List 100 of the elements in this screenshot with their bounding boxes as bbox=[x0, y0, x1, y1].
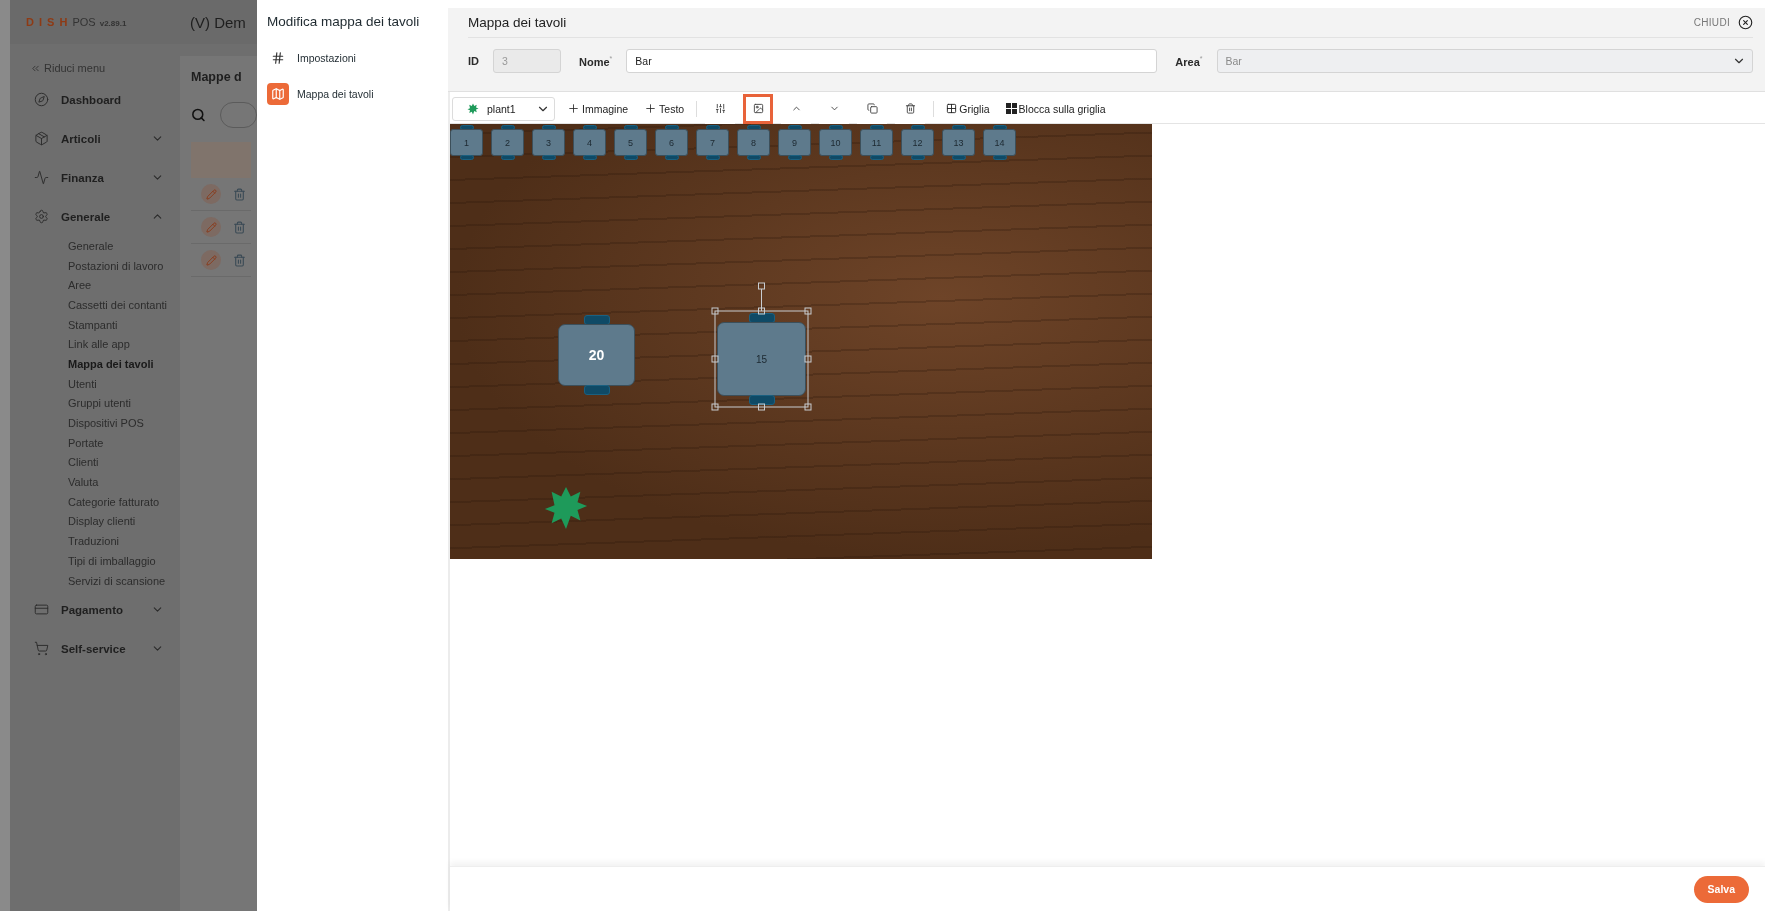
modal-nav-item[interactable]: Mappa dei tavoli bbox=[267, 81, 438, 107]
table-button[interactable]: 7 bbox=[696, 129, 729, 156]
card-icon bbox=[34, 602, 49, 618]
sidebar-subitem[interactable]: Valuta bbox=[30, 472, 180, 492]
header-title: (V) Dem bbox=[190, 13, 246, 31]
chair-icon bbox=[500, 155, 515, 160]
table-button[interactable]: 13 bbox=[942, 129, 975, 156]
table-button[interactable]: 1 bbox=[450, 129, 483, 156]
add-button[interactable]: Immagine bbox=[563, 96, 633, 121]
table-button[interactable]: 2 bbox=[491, 129, 524, 156]
chair-icon bbox=[869, 155, 884, 160]
trash-icon[interactable] bbox=[233, 253, 246, 267]
compass-icon bbox=[34, 92, 49, 107]
table-button[interactable]: 12 bbox=[901, 129, 934, 156]
sidebar-item[interactable]: Finanza bbox=[30, 158, 180, 197]
field-label: ID bbox=[468, 55, 479, 67]
sidebar-subitem[interactable]: Cassetti dei contanti bbox=[30, 295, 180, 315]
modal-nav-item[interactable]: Impostazioni bbox=[267, 45, 438, 71]
sidebar-item[interactable]: Pagamento bbox=[30, 590, 180, 630]
sidebar-item[interactable]: Generale bbox=[30, 197, 180, 236]
sidebar-item[interactable]: Dashboard bbox=[30, 80, 180, 119]
pencil-icon bbox=[205, 254, 217, 266]
add-button[interactable]: Testo bbox=[640, 96, 689, 121]
sidebar-subitem[interactable]: Generale bbox=[30, 236, 180, 256]
table-button[interactable]: 5 bbox=[614, 129, 647, 156]
table-button[interactable]: 8 bbox=[737, 129, 770, 156]
table-button[interactable]: 15 bbox=[717, 322, 806, 396]
box-icon bbox=[34, 131, 49, 146]
table-button[interactable]: 20 bbox=[558, 324, 635, 386]
sidebar-subitem[interactable]: Stampanti bbox=[30, 314, 180, 335]
editor-title: Mappa dei tavoli bbox=[468, 15, 568, 30]
image-icon bbox=[752, 103, 764, 114]
copy-icon bbox=[866, 103, 878, 114]
chair-icon bbox=[664, 155, 679, 160]
plant-icon bbox=[467, 102, 479, 115]
gear-icon bbox=[34, 209, 49, 224]
sidebar-subitem[interactable]: Utenti bbox=[30, 373, 180, 394]
trash-icon bbox=[904, 103, 916, 114]
table-button[interactable]: 10 bbox=[819, 129, 852, 156]
field-label: Nome$^{*}$ bbox=[579, 54, 613, 68]
chair-icon bbox=[623, 155, 638, 160]
edit-button[interactable] bbox=[201, 250, 221, 270]
sidebar-subitem[interactable]: Display clienti bbox=[30, 511, 180, 532]
chair-icon bbox=[992, 155, 1007, 160]
input-field[interactable]: Bar bbox=[626, 49, 1158, 73]
logo-text: D I S H bbox=[26, 16, 69, 28]
pencil-icon bbox=[205, 221, 217, 233]
close-button[interactable]: CHIUDI bbox=[1693, 15, 1753, 30]
sidebar-subitem[interactable]: Dispositivi POS bbox=[30, 413, 180, 433]
trash-icon[interactable] bbox=[233, 220, 246, 234]
table-button[interactable]: 3 bbox=[532, 129, 565, 156]
sidebar-subitem[interactable]: Postazioni di lavoro bbox=[30, 255, 180, 276]
edit-button[interactable] bbox=[201, 184, 221, 204]
element-dropdown[interactable]: plant1 bbox=[452, 96, 555, 121]
image-button[interactable] bbox=[743, 93, 774, 124]
sidebar-item[interactable]: Articoli bbox=[30, 119, 180, 158]
sliders-icon bbox=[714, 103, 726, 114]
filled-grid-icon bbox=[1005, 103, 1017, 114]
pencil-icon bbox=[205, 188, 217, 200]
search-icon[interactable] bbox=[191, 107, 206, 123]
grid-button[interactable]: Griglia bbox=[942, 96, 994, 121]
trash-icon[interactable] bbox=[233, 187, 246, 201]
table-button[interactable]: 4 bbox=[573, 129, 606, 156]
version-label: v2.89.1 bbox=[99, 19, 127, 28]
sidebar-subitem[interactable]: Tipi di imballaggio bbox=[30, 551, 180, 571]
sidebar-subitem[interactable]: Gruppi utenti bbox=[30, 393, 180, 414]
sidebar-subitem[interactable]: Traduzioni bbox=[30, 531, 180, 551]
chair-icon bbox=[951, 155, 966, 160]
sidebar-subitem[interactable]: Aree bbox=[30, 275, 180, 296]
plus-icon bbox=[644, 102, 658, 115]
sidebar-subitem[interactable]: Portate bbox=[30, 432, 180, 453]
chair-icon bbox=[459, 155, 474, 160]
table-button[interactable]: 6 bbox=[655, 129, 688, 156]
chair-icon bbox=[705, 155, 720, 160]
plant-icon[interactable] bbox=[543, 485, 589, 531]
sidebar-subitem[interactable]: Categorie fatturato bbox=[30, 491, 180, 512]
chair-icon bbox=[748, 395, 775, 405]
grid-icon bbox=[946, 103, 958, 114]
pulse-icon bbox=[34, 170, 49, 185]
chair-icon bbox=[541, 155, 556, 160]
edit-button[interactable] bbox=[201, 217, 221, 237]
chair-icon bbox=[787, 155, 802, 160]
cart-icon bbox=[34, 641, 49, 657]
table-button[interactable]: 14 bbox=[983, 129, 1016, 156]
sidebar-subitem[interactable]: Link alle app bbox=[30, 334, 180, 355]
collapse-menu-link[interactable]: Riduci menu bbox=[30, 56, 180, 80]
sidebar-subitem[interactable]: Mappa dei tavoli bbox=[30, 354, 180, 374]
sidebar-subitem[interactable]: Servizi di scansione bbox=[30, 570, 180, 591]
plus-icon bbox=[567, 102, 580, 115]
selection-handles-drawing[interactable] bbox=[713, 281, 810, 411]
chair-icon bbox=[746, 155, 761, 160]
table-button[interactable]: 11 bbox=[860, 129, 893, 156]
chair-icon bbox=[828, 155, 843, 160]
table-button[interactable]: 9 bbox=[778, 129, 811, 156]
sidebar-subitem[interactable]: Clienti bbox=[30, 452, 180, 473]
sidebar-item[interactable]: Self-service bbox=[30, 629, 180, 669]
field-label: Area$^{*}$ bbox=[1175, 54, 1203, 68]
save-button[interactable]: Salva bbox=[1693, 875, 1749, 903]
chair-icon bbox=[582, 155, 597, 160]
snap-to-grid-button[interactable]: Blocca sulla griglia bbox=[1001, 96, 1110, 121]
